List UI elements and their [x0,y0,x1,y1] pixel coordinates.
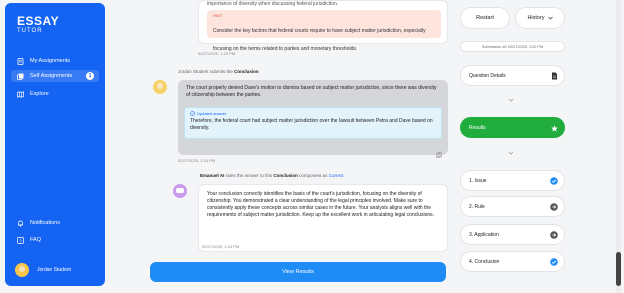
results-button[interactable]: Results [460,117,565,138]
meta-middle: submits the [209,69,233,74]
updated-answer-label: Updated answer [197,111,227,116]
scrollbar-thumb[interactable] [616,252,621,286]
right-panel: Restart History Submission #0 02/27/2025… [455,0,624,293]
step-label: 2. Rule [469,203,485,210]
sidebar-item-notifications[interactable]: Notifications [11,217,99,229]
sidebar: ESSAY TUTOR My Assignments Self Assignme… [5,3,105,286]
arrow-right-circle-icon [550,203,558,211]
timestamp: 02/27/2025, 1:23 PM [198,51,236,56]
faq-icon: ? [17,236,24,244]
question-details-label: Question Details [469,72,506,79]
timestamp: 02/27/2025, 1:24 PM [202,244,240,249]
arrow-right-circle-icon [550,231,558,239]
hint-box: HINT Consider the key factors that feder… [207,10,441,52]
view-results-button[interactable]: View Results [150,262,446,282]
student-name: Jordan Student [178,69,209,74]
results-label: Results [469,124,486,131]
sidebar-item-label: Explore [30,91,49,97]
hint-text: Consider the key factors that federal co… [213,28,426,52]
user-profile[interactable]: Jordan Student [15,263,71,277]
step-application[interactable]: 3. Application [460,224,565,245]
updated-answer-text: Therefore, the federal court had subject… [190,118,433,131]
user-name: Jordan Student [37,267,71,273]
message-text-cutoff: importance of diversity when discussing … [207,1,339,7]
ai-feedback-text: Your conclusion correctly identifies the… [207,191,435,218]
updated-answer-tag: Updated answer [190,111,436,116]
ai-name: Emanuel AI [200,173,225,178]
logo-subtitle: TUTOR [17,28,43,34]
rating-label: Correct [328,173,344,178]
sidebar-item-label: Self Assignments [30,73,73,79]
sidebar-item-label: My Assignments [30,58,71,64]
hint-tag: HINT [213,13,223,18]
history-label: History [527,15,545,21]
copy-icon[interactable] [436,145,442,158]
app-root: ESSAY TUTOR My Assignments Self Assignme… [0,0,624,293]
chevron-down-icon [508,98,514,102]
ai-avatar [173,184,187,198]
star-icon [550,124,558,132]
updated-answer-box: Updated answer Therefore, the federal co… [184,107,442,139]
chevron-down-icon [508,151,514,155]
chat-panel: importance of diversity when discussing … [110,0,455,293]
submission-selector[interactable]: Submission #0 02/27/2025, 1:20 PM [460,41,565,52]
step-label: 3. Application [469,231,499,238]
component-name: Conclusion [273,173,298,178]
sidebar-item-my-assignments[interactable]: My Assignments [11,55,99,67]
svg-text:?: ? [19,238,22,243]
assignments-icon [17,57,24,65]
ai-feedback-message: Your conclusion correctly identifies the… [198,184,448,252]
sidebar-item-label: FAQ [30,237,42,243]
step-label: 1. Issue [469,177,487,184]
component-name: Conclusion [234,69,259,74]
step-conclusion[interactable]: 4. Conclusion [460,251,565,272]
student-answer-text: The court properly denied Dave's motion … [186,85,437,98]
self-assignments-icon [17,73,24,80]
logo[interactable]: ESSAY TUTOR [17,15,59,34]
sidebar-item-label: Notifications [30,220,60,226]
step-issue[interactable]: 1. Issue [460,170,565,191]
timestamp: 02/27/2025, 1:24 PM [178,158,216,163]
student-message-meta: Jordan Student submits the Conclusion [178,69,259,74]
student-avatar [153,80,167,94]
scrollbar-track[interactable] [616,0,621,293]
check-circle-icon [550,258,558,266]
chevron-down-icon [547,16,553,20]
document-icon [550,72,558,80]
student-message: The court properly denied Dave's motion … [178,80,448,158]
ai-message-meta: Emanuel AI rates the answer to this Conc… [200,173,343,178]
sidebar-item-faq[interactable]: ? FAQ [11,234,99,246]
step-label: 4. Conclusion [469,258,500,265]
history-button[interactable]: History [515,7,565,29]
sidebar-item-self-assignments[interactable]: Self Assignments 1 [11,70,99,82]
logo-title: ESSAY [17,14,60,28]
meta-middle: rates the answer to this [225,173,273,178]
check-icon [190,111,195,116]
explore-icon [17,90,24,98]
sidebar-item-explore[interactable]: Explore [11,88,99,100]
bell-icon [17,220,24,227]
meta-tail: component as [299,173,328,178]
restart-button[interactable]: Restart [460,7,510,29]
question-details-button[interactable]: Question Details [460,65,565,86]
avatar [15,263,29,277]
count-badge: 1 [86,72,94,80]
ai-hint-message: importance of diversity when discussing … [198,0,448,52]
check-circle-icon [550,177,558,185]
step-rule[interactable]: 2. Rule [460,196,565,217]
